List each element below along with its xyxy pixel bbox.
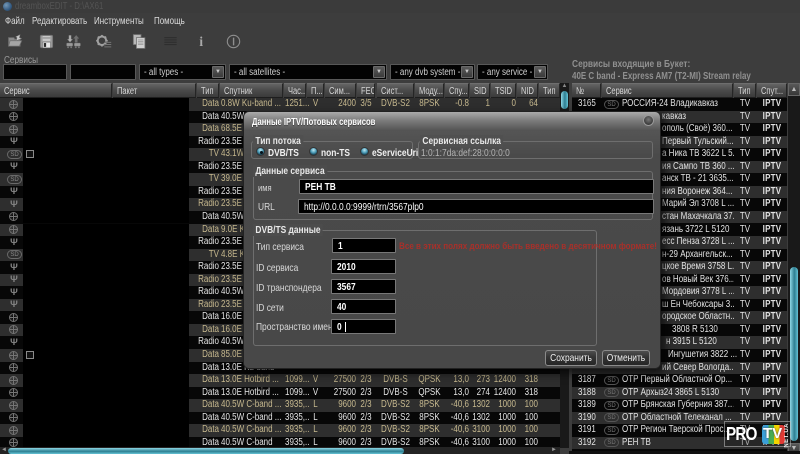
svg-text:i: i [199, 34, 203, 49]
